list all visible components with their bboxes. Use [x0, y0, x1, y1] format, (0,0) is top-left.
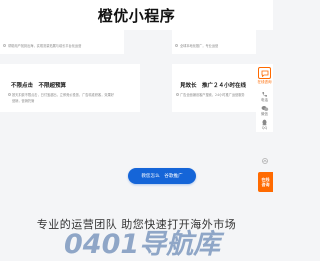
- google-ads-cta-button[interactable]: 教您怎么 谷歌推广: [128, 168, 196, 184]
- watermark: 0401导航库: [64, 226, 273, 260]
- bullet-icon: [8, 93, 11, 96]
- feature-card-24h-online: 見效长 推广２４小时在线 广告全面铺设客户搜索，24小时推广运营服务: [172, 64, 256, 112]
- floating-contact-bar: 在线咨询 电话 微信 QQ: [256, 64, 273, 132]
- cta-label: 教您怎么 谷歌推广: [141, 174, 183, 179]
- sidebar-item-label: 电话: [261, 98, 268, 102]
- feature-card-top-left: 帮助用户找到出海，实现流量拓展与增长平台化运营: [0, 30, 124, 54]
- feature-card-no-click-limit: 不限点击 不限超预算 按天扣费不限点击，日付宝超出，立即竞价投放，广告精准获客，…: [0, 64, 140, 112]
- card-blurb: 营销，营销托管: [12, 99, 35, 103]
- sidebar-item-wechat[interactable]: 微信: [261, 105, 269, 116]
- sidebar-item-label: 微信: [261, 112, 268, 116]
- page-title: 橙优小程序: [97, 6, 176, 25]
- bullet-icon: [176, 93, 179, 96]
- bullet-icon: [3, 44, 6, 47]
- sidebar-item-label: QQ: [261, 126, 268, 130]
- sidebar-item-qq[interactable]: QQ: [261, 119, 269, 130]
- feature-card-top-right: 全球本地化推广，专业运营: [172, 30, 256, 54]
- bullet-icon: [175, 44, 178, 47]
- online-consult-tab[interactable]: 在线 咨询: [258, 172, 273, 192]
- card-blurb: 帮助用户找到出海，实现流量拓展与增长平台化运营: [8, 44, 82, 48]
- sidebar-item-online-consult[interactable]: 在线咨询: [258, 67, 272, 84]
- chevron-up-icon: [263, 159, 267, 163]
- header: 橙优小程序: [0, 0, 273, 30]
- sidebar-item-label: 在线咨询: [257, 80, 272, 84]
- qq-icon: [261, 119, 269, 126]
- card-title: 不限点击 不限超预算: [11, 83, 67, 89]
- card-blurb: 广告全面铺设客户搜索，24小时推广运营服务: [180, 93, 245, 97]
- sidebar-item-phone[interactable]: 电话: [261, 91, 269, 102]
- watermark-text: 0401导航库: [64, 228, 221, 260]
- card-blurb: 全球本地化推广，专业运营: [180, 44, 219, 48]
- card-blurb: 按天扣费不限点击，日付宝超出，立即竞价投放，广告精准获客，效果好: [12, 93, 114, 97]
- promo-label-line2: 咨询: [261, 182, 270, 187]
- wechat-icon: [261, 105, 269, 112]
- card-title: 見效长 推广２４小时在线: [180, 83, 247, 89]
- back-to-top-button[interactable]: [262, 158, 268, 164]
- chat-icon: [258, 67, 271, 79]
- phone-icon: [261, 91, 269, 98]
